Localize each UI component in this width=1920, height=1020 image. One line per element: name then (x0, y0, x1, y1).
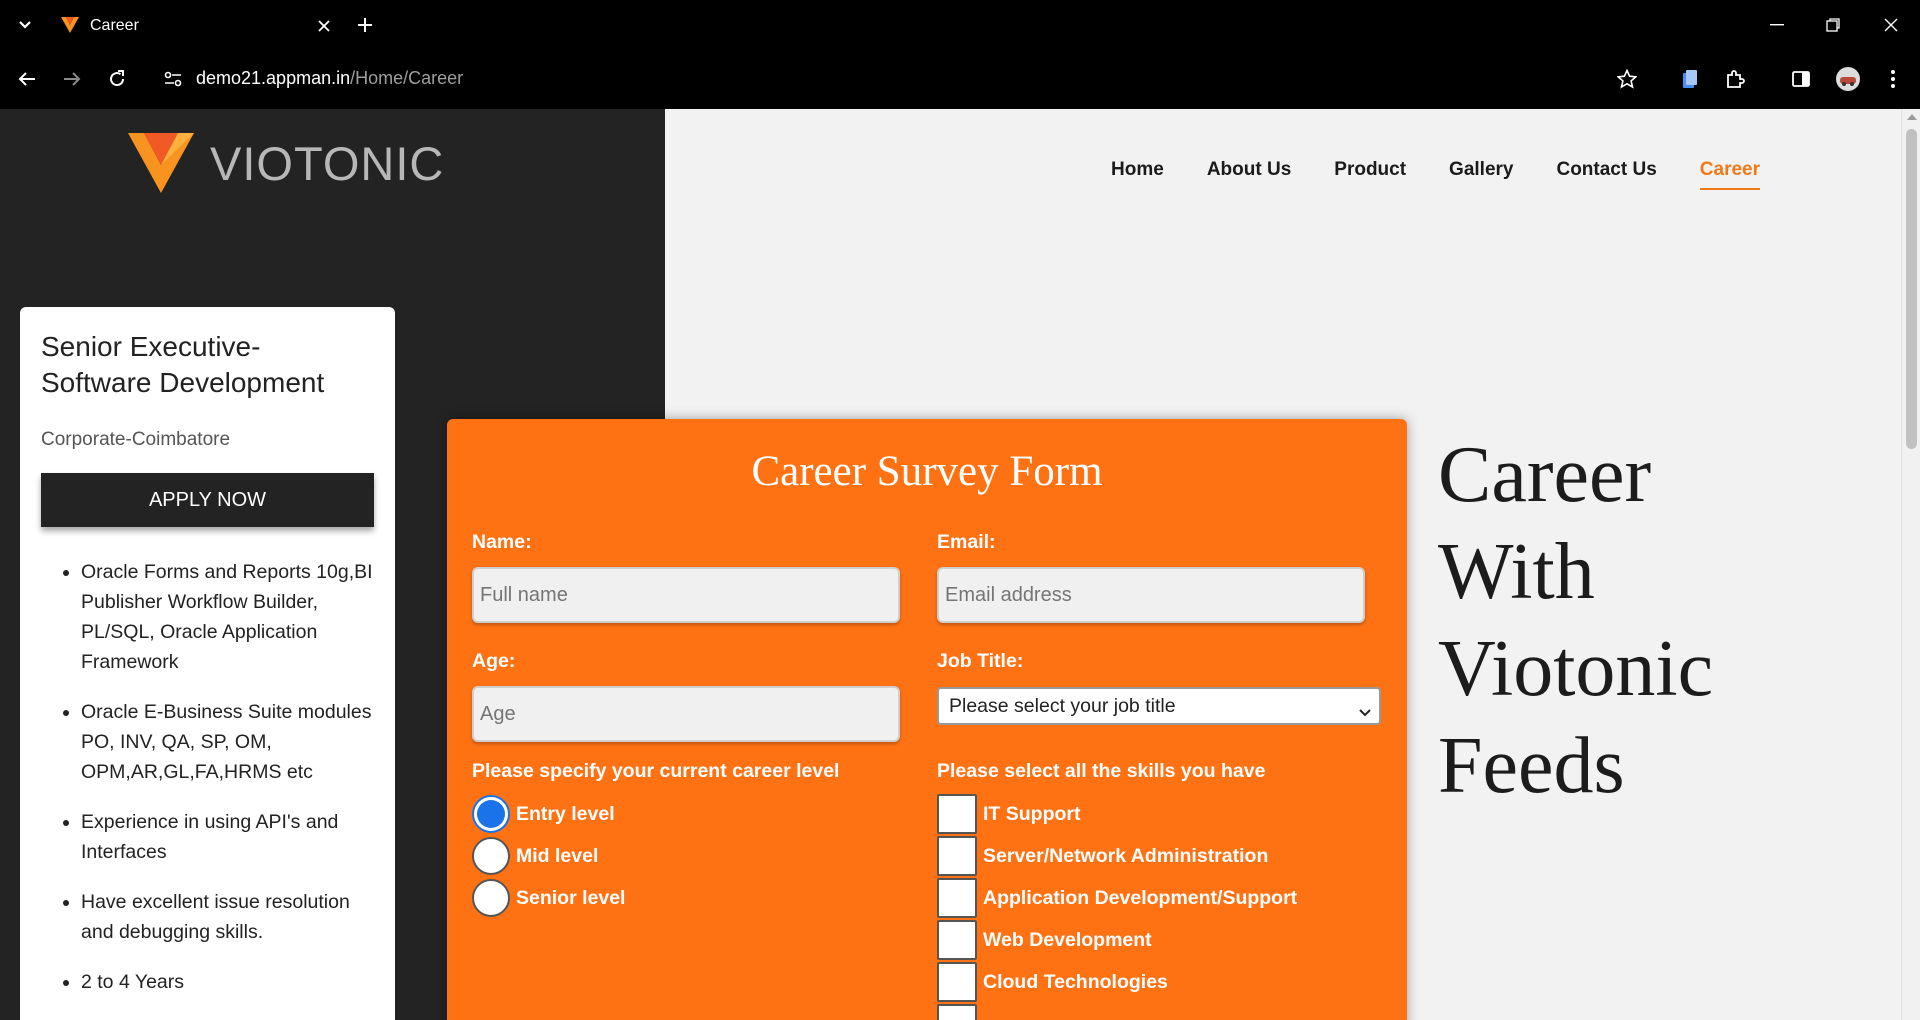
job-title: Senior Executive- Software Development (41, 329, 374, 401)
hero-heading: Career With Viotonic Feeds (1438, 427, 1713, 815)
list-item: 2 to 4 Years (81, 967, 374, 997)
list-item: Experience in using API's and Interfaces (81, 807, 374, 867)
url-host: demo21.appman.in (196, 68, 351, 88)
name-input[interactable] (472, 567, 900, 623)
apply-now-button[interactable]: APPLY NOW (41, 473, 374, 527)
job-title-line-2: Software Development (41, 367, 325, 398)
checkbox-label: IT Support (983, 802, 1081, 825)
job-title-selected-value: Please select your job title (949, 694, 1176, 717)
hero-line-2: With (1438, 528, 1595, 616)
hero-line-4: Feeds (1438, 722, 1625, 810)
email-input[interactable] (937, 567, 1365, 623)
forward-arrow-icon[interactable] (58, 65, 86, 93)
nav-product[interactable]: Product (1334, 159, 1406, 190)
page-scrollbar[interactable] (1901, 109, 1920, 1020)
career-survey-form: Career Survey Form Name: Email: Age: Job… (447, 419, 1407, 1020)
hero-line-3: Viotonic (1438, 625, 1714, 713)
page-viewport: VIOTONIC Home About Us Product Gallery C… (0, 109, 1920, 1020)
scrollbar-thumb[interactable] (1906, 129, 1917, 449)
checkbox-server-network[interactable]: Server/Network Administration (937, 836, 1268, 876)
radio-senior-level[interactable]: Senior level (472, 879, 625, 917)
minimize-icon[interactable] (1764, 12, 1790, 38)
extension-document-icon[interactable] (1676, 65, 1704, 93)
checkbox-label: Application Development/Support (983, 886, 1298, 909)
nav-about-us[interactable]: About Us (1207, 159, 1291, 190)
nav-home[interactable]: Home (1111, 159, 1164, 190)
reload-icon[interactable] (103, 65, 131, 93)
job-title-select[interactable]: Please select your job title (937, 687, 1381, 725)
tab-search-icon[interactable] (14, 14, 36, 36)
checkbox[interactable] (937, 962, 977, 1002)
viotonic-logo-icon (128, 133, 194, 193)
logo-text: VIOTONIC (210, 136, 445, 190)
checkbox[interactable] (937, 920, 977, 960)
back-arrow-icon[interactable] (13, 65, 41, 93)
name-label: Name: (472, 531, 532, 553)
url-text[interactable]: demo21.appman.in/Home/Career (196, 68, 463, 89)
job-title-line-1: Senior Executive- (41, 331, 261, 362)
checkbox[interactable] (937, 878, 977, 918)
url-path: /Home/Career (350, 68, 464, 88)
checkbox-app-development[interactable]: Application Development/Support (937, 878, 1297, 918)
checkbox-web-development[interactable]: Web Development (937, 920, 1152, 960)
chevron-down-icon (1359, 700, 1371, 723)
tab-strip: Career (0, 0, 1920, 49)
checkbox-it-support[interactable]: IT Support (937, 794, 1080, 834)
browser-tab[interactable]: Career (46, 8, 336, 49)
radio-label: Mid level (516, 844, 599, 867)
radio-entry-level[interactable]: Entry level (472, 795, 615, 833)
address-bar-row: demo21.appman.in/Home/Career (0, 56, 1920, 102)
age-label: Age: (472, 650, 516, 672)
career-level-label: Please specify your current career level (472, 760, 840, 782)
form-title: Career Survey Form (751, 448, 1103, 495)
nav-gallery[interactable]: Gallery (1449, 159, 1513, 190)
radio-button[interactable] (472, 837, 510, 875)
tab-title: Career (90, 17, 139, 34)
extensions-puzzle-icon[interactable] (1721, 65, 1749, 93)
job-title-label: Job Title: (937, 650, 1024, 672)
nav-career[interactable]: Career (1699, 159, 1760, 190)
radio-button-selected[interactable] (472, 795, 510, 833)
browser-menu-icon[interactable] (1879, 65, 1907, 93)
job-card: Senior Executive- Software Development C… (20, 307, 395, 1020)
checkbox[interactable] (937, 794, 977, 834)
skills-label: Please select all the skills you have (937, 760, 1266, 782)
checkbox-label: Web Development (983, 928, 1152, 951)
checkbox[interactable] (937, 836, 977, 876)
main-navigation: Home About Us Product Gallery Contact Us… (1068, 159, 1760, 190)
job-requirements-list: Oracle Forms and Reports 10g,BI Publishe… (41, 557, 374, 997)
close-window-icon[interactable] (1878, 12, 1904, 38)
email-label: Email: (937, 531, 996, 553)
nav-contact-us[interactable]: Contact Us (1556, 159, 1656, 190)
checkbox[interactable] (937, 1004, 977, 1020)
checkbox-partially-visible[interactable] (937, 1004, 977, 1020)
radio-mid-level[interactable]: Mid level (472, 837, 598, 875)
list-item: Oracle Forms and Reports 10g,BI Publishe… (81, 557, 374, 677)
radio-button[interactable] (472, 879, 510, 917)
restore-icon[interactable] (1820, 12, 1846, 38)
bookmark-star-icon[interactable] (1613, 65, 1641, 93)
checkbox-label: Cloud Technologies (983, 970, 1168, 993)
new-tab-icon[interactable] (353, 13, 377, 37)
viotonic-favicon-icon (60, 15, 80, 40)
checkbox-cloud-technologies[interactable]: Cloud Technologies (937, 962, 1168, 1002)
age-input[interactable] (472, 686, 900, 742)
close-tab-icon[interactable] (312, 14, 336, 38)
browser-chrome: Career demo21.appman.in/Home/Career (0, 0, 1920, 109)
checkbox-label: Server/Network Administration (983, 844, 1269, 867)
side-panel-icon[interactable] (1787, 65, 1815, 93)
site-logo[interactable]: VIOTONIC (128, 133, 444, 193)
job-location: Corporate-Coimbatore (41, 429, 231, 450)
list-item: Oracle E-Business Suite modules PO, INV,… (81, 697, 374, 787)
radio-label: Senior level (516, 886, 626, 909)
list-item: Have excellent issue resolution and debu… (81, 887, 374, 947)
site-info-icon[interactable] (159, 65, 187, 93)
radio-label: Entry level (516, 802, 615, 825)
profile-avatar-icon[interactable] (1834, 65, 1862, 93)
scroll-up-arrow-icon[interactable] (1907, 114, 1917, 120)
hero-line-1: Career (1438, 431, 1652, 519)
